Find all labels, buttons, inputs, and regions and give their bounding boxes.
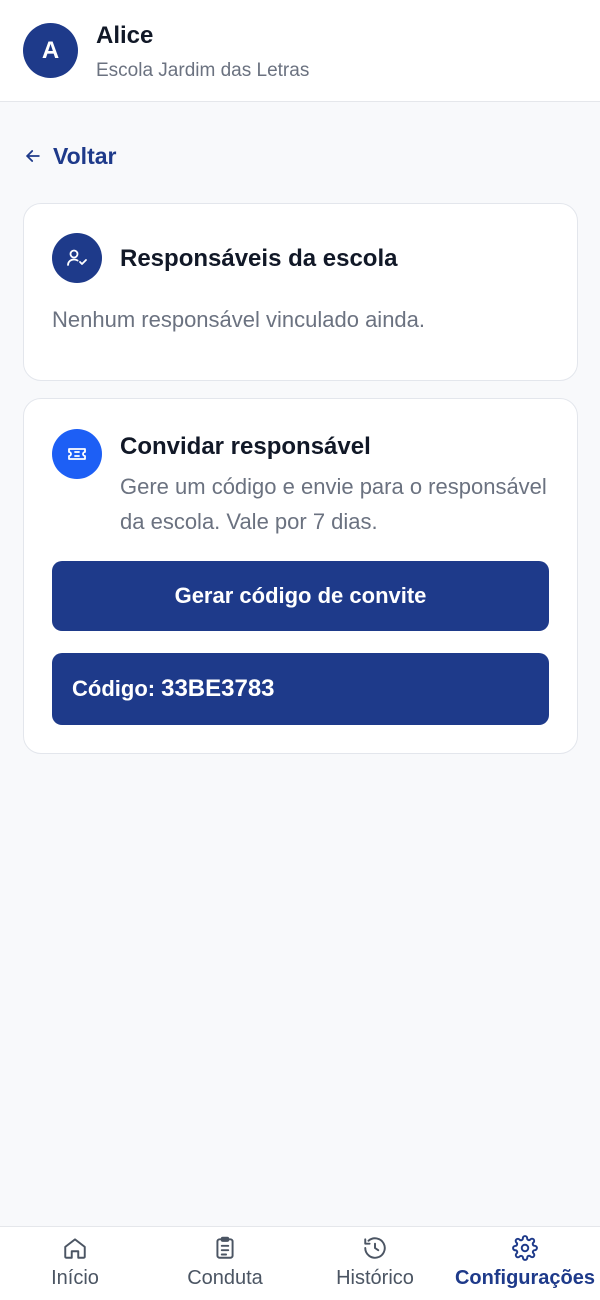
back-button[interactable]: Voltar bbox=[23, 140, 116, 172]
clipboard-icon bbox=[216, 1236, 234, 1259]
invite-code-box: Código: 33BE3783 bbox=[52, 653, 549, 725]
nav-item-conduta[interactable]: Conduta bbox=[150, 1227, 300, 1300]
guardians-card: Responsáveis da escola Nenhum responsáve… bbox=[23, 203, 578, 381]
invite-title: Convidar responsável bbox=[120, 433, 371, 460]
code-label: Código: bbox=[72, 676, 156, 701]
history-icon bbox=[364, 1237, 386, 1259]
gear-icon bbox=[512, 1235, 538, 1261]
nav-item-inicio[interactable]: Início bbox=[0, 1227, 150, 1300]
back-label: Voltar bbox=[53, 142, 117, 169]
bottom-nav: Início Conduta Histórico Configurações bbox=[0, 1226, 600, 1300]
arrow-left-icon bbox=[26, 150, 40, 162]
avatar[interactable]: A bbox=[23, 23, 78, 78]
guardians-title: Responsáveis da escola bbox=[120, 245, 398, 272]
user-name: Alice bbox=[96, 22, 154, 49]
nav-label: Histórico bbox=[336, 1267, 414, 1289]
nav-label: Configurações bbox=[454, 1267, 596, 1289]
code-value[interactable]: 33BE3783 bbox=[161, 675, 274, 703]
invite-description: Gere um código e envie para o responsáve… bbox=[120, 474, 547, 534]
nav-label: Conduta bbox=[187, 1267, 263, 1289]
school-name: Escola Jardim das Letras bbox=[96, 60, 310, 81]
generate-code-button[interactable]: Gerar código de convite bbox=[52, 561, 549, 631]
nav-item-configuracoes[interactable]: Configurações bbox=[450, 1227, 600, 1300]
guardians-empty-text: Nenhum responsável vinculado ainda. bbox=[52, 307, 426, 332]
user-check-icon bbox=[52, 233, 102, 283]
app-header: A Alice Escola Jardim das Letras bbox=[0, 0, 600, 102]
nav-item-historico[interactable]: Histórico bbox=[300, 1227, 450, 1300]
invite-card: Convidar responsável Gere um código e en… bbox=[23, 398, 578, 754]
home-icon bbox=[64, 1238, 86, 1259]
ticket-icon bbox=[52, 429, 102, 479]
nav-label: Início bbox=[51, 1267, 99, 1289]
